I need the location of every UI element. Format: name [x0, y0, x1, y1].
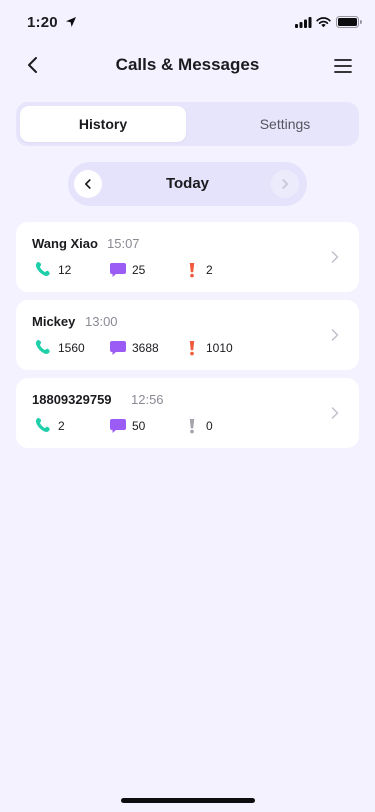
status-time: 1:20 — [27, 14, 58, 31]
contact-name: 18809329759 — [32, 392, 112, 407]
alert-count: 2 — [206, 263, 213, 277]
record-card[interactable]: 18809329759 12:56 2 50 0 — [16, 378, 359, 448]
call-count: 2 — [58, 419, 65, 433]
message-count: 50 — [132, 419, 146, 433]
exclamation-icon — [189, 419, 195, 434]
record-time: 12:56 — [131, 392, 164, 407]
phone-icon — [35, 418, 50, 433]
record-card[interactable]: Mickey 13:00 1560 3688 1010 — [16, 300, 359, 370]
message-count: 3688 — [132, 341, 159, 355]
chevron-right-icon — [331, 329, 339, 341]
record-time: 15:07 — [107, 236, 140, 251]
contact-name: Wang Xiao — [32, 236, 98, 251]
chevron-right-icon — [282, 179, 288, 189]
exclamation-icon — [189, 263, 195, 278]
phone-icon — [35, 262, 50, 277]
record-card[interactable]: Wang Xiao 15:07 12 25 2 — [16, 222, 359, 292]
signal-icon — [295, 17, 312, 28]
home-indicator[interactable] — [121, 798, 255, 803]
nav-bar: Calls & Messages — [0, 44, 375, 88]
status-bar: 1:20 — [0, 0, 375, 44]
call-count: 12 — [58, 263, 72, 277]
call-count: 1560 — [58, 341, 85, 355]
phone-icon — [35, 340, 50, 355]
message-count: 25 — [132, 263, 146, 277]
page-title: Calls & Messages — [115, 55, 260, 74]
message-icon — [110, 263, 126, 277]
segmented-tabs: History Settings — [16, 102, 359, 146]
location-arrow-icon — [66, 17, 76, 27]
tab-settings[interactable]: Settings — [202, 106, 368, 142]
wifi-icon — [316, 17, 331, 28]
alert-count: 1010 — [206, 341, 233, 355]
battery-icon — [336, 16, 362, 28]
next-day-button[interactable] — [271, 170, 299, 198]
message-icon — [110, 419, 126, 433]
exclamation-icon — [189, 341, 195, 356]
contact-name: Mickey — [32, 314, 76, 329]
menu-icon[interactable] — [332, 55, 354, 77]
alert-count: 0 — [206, 419, 213, 433]
message-icon — [110, 341, 126, 355]
chevron-right-icon — [331, 407, 339, 419]
tab-history[interactable]: History — [20, 106, 186, 142]
chevron-right-icon — [331, 251, 339, 263]
record-time: 13:00 — [85, 314, 118, 329]
date-switcher: Today — [68, 162, 307, 206]
